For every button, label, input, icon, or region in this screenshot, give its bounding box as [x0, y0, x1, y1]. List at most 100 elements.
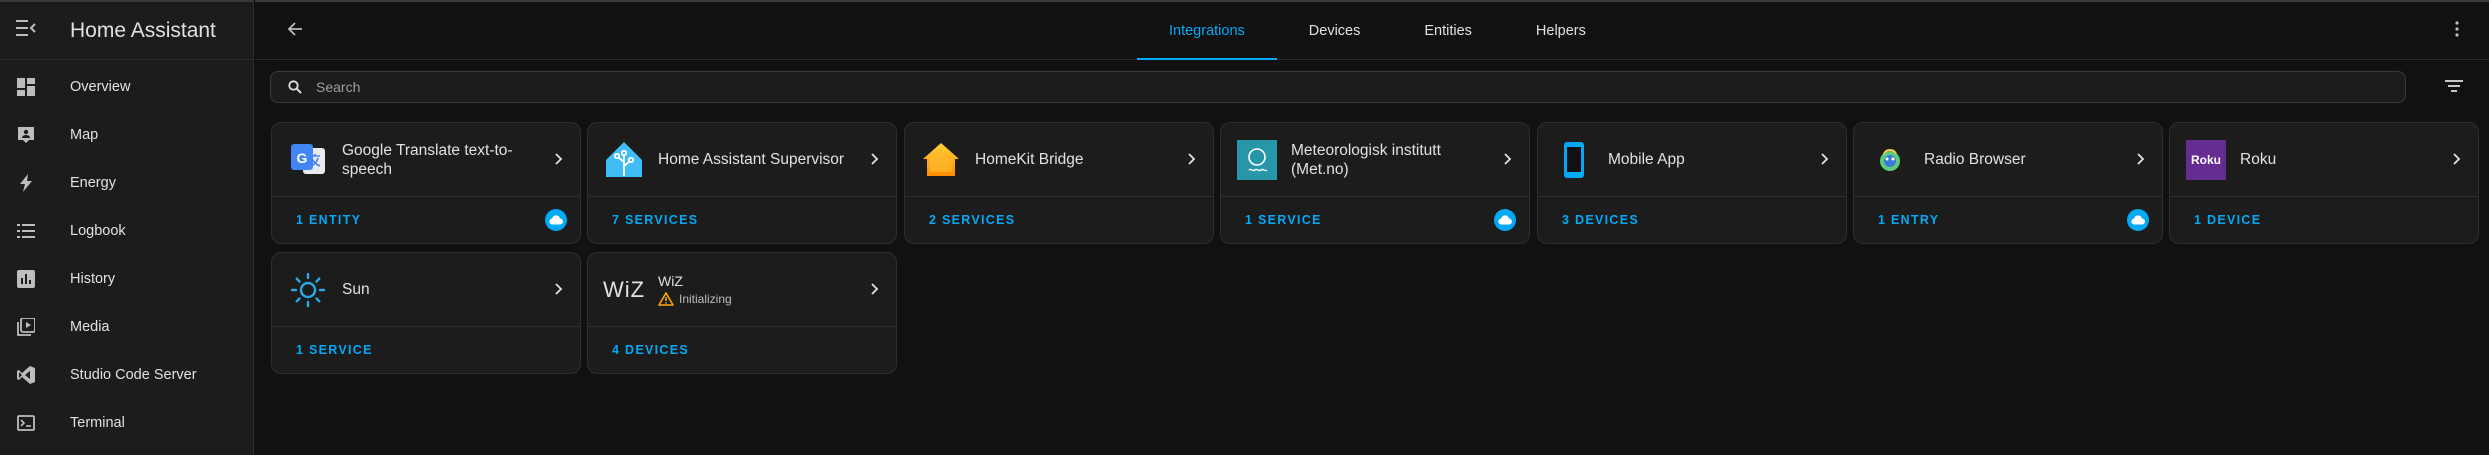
- radio-browser-logo-icon: [1870, 140, 1910, 180]
- integration-services-link[interactable]: 2 SERVICES: [929, 213, 1015, 227]
- search-icon: [288, 79, 304, 95]
- integration-services-link[interactable]: 1 SERVICE: [296, 343, 373, 357]
- home-assistant-logo-icon: [604, 140, 644, 180]
- integration-card[interactable]: Roku Roku 1 DEVICE: [2169, 122, 2479, 244]
- integration-card[interactable]: G Google Translate text-to-speech 1 ENTI…: [271, 122, 581, 244]
- sun-logo-icon: [288, 270, 328, 310]
- integration-name: Radio Browser: [1924, 151, 2026, 168]
- sidebar-item-label: Logbook: [70, 223, 126, 239]
- integration-status-text: Initializing: [679, 292, 732, 306]
- integration-card-header[interactable]: Roku Roku: [2170, 123, 2478, 197]
- chevron-right-icon[interactable]: [1816, 150, 1834, 168]
- integration-entities-link[interactable]: 1 ENTITY: [296, 213, 361, 227]
- sidebar-item-label: Studio Code Server: [70, 367, 197, 383]
- integration-card-header[interactable]: G Google Translate text-to-speech: [272, 123, 580, 197]
- tab-devices[interactable]: Devices: [1277, 2, 1393, 60]
- sidebar-item-label: Media: [70, 319, 110, 335]
- integration-card[interactable]: HomeKit Bridge 2 SERVICES: [904, 122, 1214, 244]
- integration-name: Google Translate text-to-speech: [342, 141, 513, 178]
- integration-name: Mobile App: [1608, 151, 1685, 168]
- format-list-icon: [16, 221, 36, 241]
- sidebar-item-history[interactable]: History: [0, 255, 253, 303]
- integration-card[interactable]: Meteorologisk institutt (Met.no) 1 SERVI…: [1220, 122, 1530, 244]
- dots-vertical-icon: [2455, 20, 2459, 42]
- integration-devices-link[interactable]: 1 DEVICE: [2194, 213, 2261, 227]
- integration-services-link[interactable]: 7 SERVICES: [612, 213, 698, 227]
- integration-name: Sun: [342, 281, 370, 298]
- filter-button[interactable]: [2440, 74, 2468, 102]
- vscode-icon: [16, 365, 36, 385]
- chevron-right-icon[interactable]: [1183, 150, 1201, 168]
- sidebar-item-media[interactable]: Media: [0, 303, 253, 351]
- tab-entities[interactable]: Entities: [1392, 2, 1504, 60]
- chevron-right-icon[interactable]: [550, 280, 568, 298]
- mobile-app-logo-icon: [1554, 140, 1594, 180]
- back-button[interactable]: [275, 2, 315, 60]
- integration-name: Meteorologisk institutt (Met.no): [1291, 141, 1441, 178]
- more-options-button[interactable]: [2445, 2, 2469, 60]
- sidebar-item-overview[interactable]: Overview: [0, 63, 253, 111]
- tab-integrations[interactable]: Integrations: [1137, 2, 1277, 60]
- integration-devices-link[interactable]: 4 DEVICES: [612, 343, 689, 357]
- sidebar-item-label: Terminal: [70, 415, 125, 431]
- met-no-logo-icon: [1237, 139, 1277, 180]
- integration-services-link[interactable]: 1 SERVICE: [1245, 213, 1322, 227]
- menu-toggle-button[interactable]: [0, 2, 52, 60]
- integration-card-header[interactable]: Home Assistant Supervisor: [588, 123, 896, 197]
- cloud-icon: [1494, 209, 1516, 231]
- search-bar: [270, 71, 2406, 103]
- integration-card-header[interactable]: Sun: [272, 253, 580, 327]
- chevron-right-icon[interactable]: [2132, 150, 2150, 168]
- chevron-right-icon[interactable]: [550, 150, 568, 168]
- integration-card-footer: 1 SERVICE: [272, 327, 580, 373]
- chevron-right-icon[interactable]: [2448, 150, 2466, 168]
- wiz-logo-icon: WiZ: [602, 270, 646, 310]
- sidebar-item-logbook[interactable]: Logbook: [0, 207, 253, 255]
- top-bar: Integrations Devices Entities Helpers: [255, 0, 2489, 60]
- integration-card-footer: 1 DEVICE: [2170, 197, 2478, 243]
- wiz-logo-text: WiZ: [602, 276, 646, 302]
- search-input[interactable]: [316, 79, 2116, 95]
- integration-card-footer: 4 DEVICES: [588, 327, 896, 373]
- menu-open-icon: [16, 20, 36, 41]
- sidebar-item-map[interactable]: Map: [0, 111, 253, 159]
- integration-entries-link[interactable]: 1 ENTRY: [1878, 213, 1939, 227]
- homekit-logo-icon: [921, 140, 961, 180]
- integration-card[interactable]: Sun 1 SERVICE: [271, 252, 581, 374]
- map-person-icon: [16, 125, 36, 145]
- chevron-right-icon[interactable]: [866, 150, 884, 168]
- integration-card[interactable]: Mobile App 3 DEVICES: [1537, 122, 1847, 244]
- integration-card[interactable]: Home Assistant Supervisor 7 SERVICES: [587, 122, 897, 244]
- sidebar-item-studio-code-server[interactable]: Studio Code Server: [0, 351, 253, 399]
- sidebar-item-label: Map: [70, 127, 99, 143]
- cloud-icon: [545, 209, 567, 231]
- integration-card-footer: 1 ENTRY: [1854, 197, 2162, 243]
- roku-logo-icon: Roku: [2186, 139, 2226, 180]
- integration-card[interactable]: WiZ WiZ Initializing 4 DEVICES: [587, 252, 897, 374]
- tab-helpers[interactable]: Helpers: [1504, 2, 1618, 60]
- sidebar-item-label: History: [70, 271, 116, 287]
- integration-devices-link[interactable]: 3 DEVICES: [1562, 213, 1639, 227]
- integration-status: Initializing: [658, 292, 732, 306]
- integration-card-header[interactable]: Meteorologisk institutt (Met.no): [1221, 123, 1529, 197]
- integration-card-header[interactable]: HomeKit Bridge: [905, 123, 1213, 197]
- tab-bar: Integrations Devices Entities Helpers: [1137, 2, 1618, 60]
- arrow-left-icon: [287, 21, 303, 42]
- integration-card-footer: 2 SERVICES: [905, 197, 1213, 243]
- alert-icon: [658, 292, 674, 306]
- chevron-right-icon[interactable]: [866, 280, 884, 298]
- sidebar-item-terminal[interactable]: Terminal: [0, 399, 253, 447]
- sidebar: Home Assistant Overview Map Energy Logbo…: [0, 0, 254, 455]
- dashboard-icon: [16, 77, 36, 97]
- roku-logo-text: Roku: [2191, 152, 2221, 167]
- integration-card-footer: 1 SERVICE: [1221, 197, 1529, 243]
- integration-card[interactable]: Radio Browser 1 ENTRY: [1853, 122, 2163, 244]
- integration-card-footer: 1 ENTITY: [272, 197, 580, 243]
- cloud-icon: [2127, 209, 2149, 231]
- sidebar-item-energy[interactable]: Energy: [0, 159, 253, 207]
- integration-card-header[interactable]: Mobile App: [1538, 123, 1846, 197]
- chevron-right-icon[interactable]: [1499, 150, 1517, 168]
- integration-card-header[interactable]: WiZ WiZ Initializing: [588, 253, 896, 327]
- integration-card-footer: 3 DEVICES: [1538, 197, 1846, 243]
- integration-card-header[interactable]: Radio Browser: [1854, 123, 2162, 197]
